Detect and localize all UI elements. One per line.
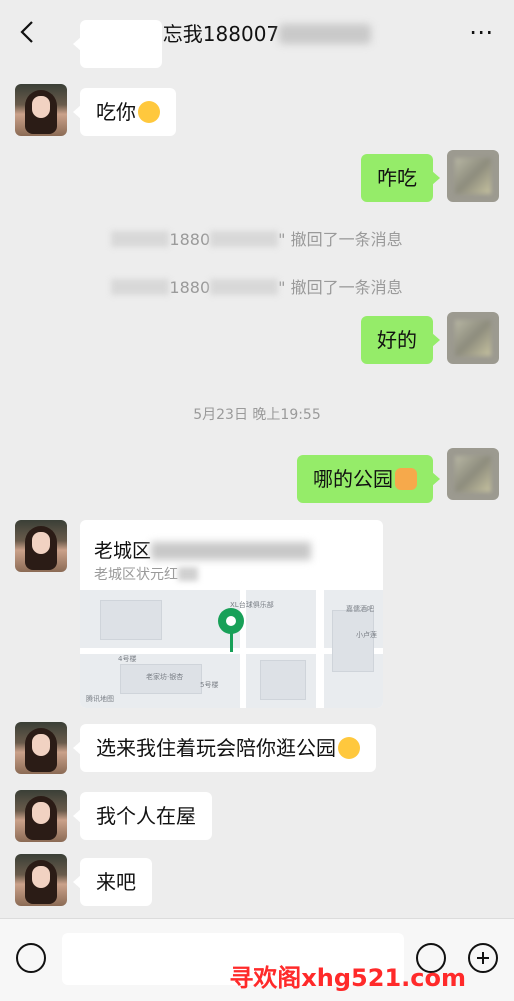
watermark: 寻欢阁xhg521.com (229, 964, 466, 992)
my-avatar[interactable] (447, 448, 499, 500)
message-bubble[interactable]: 选来我住着玩会陪你逛公园 (73, 724, 376, 772)
map-label: 腾讯地图 (86, 695, 114, 703)
location-card[interactable]: 老城区 老城区状元红 腾讯地图 嘉儒酒吧 小卢莲 XL台球俱乐部 4号楼 5号楼… (80, 520, 383, 708)
timestamp: 5月23日 晚上19:55 (193, 407, 321, 423)
voice-input-icon[interactable] (16, 943, 46, 973)
redacted-blur (210, 231, 279, 247)
redacted-blur (111, 279, 170, 295)
location-subtitle: 老城区状元红 (94, 564, 198, 584)
laughing-emoji-icon (138, 101, 160, 123)
top-bar: 勿忘我188007 ⋯ (0, 0, 514, 64)
more-options-icon[interactable]: ⋯ (469, 18, 494, 46)
contact-avatar[interactable] (15, 520, 67, 572)
partial-message-bubble[interactable] (73, 20, 162, 68)
cat-emoji-icon (395, 468, 417, 490)
contact-avatar[interactable] (15, 84, 67, 136)
map-label: 老家坊·银杏 (146, 673, 184, 681)
redacted-blur (151, 542, 312, 560)
recall-notice: 1880 " 撤回了一条消息 (0, 226, 514, 250)
redacted-blur (279, 24, 372, 44)
laughing-emoji-icon (338, 737, 360, 759)
my-avatar[interactable] (447, 312, 499, 364)
add-attachment-icon[interactable] (468, 943, 498, 973)
contact-avatar[interactable] (15, 790, 67, 842)
location-title: 老城区 (94, 536, 312, 563)
my-avatar[interactable] (447, 150, 499, 202)
map-label: XL台球俱乐部 (230, 601, 274, 609)
redacted-blur (178, 567, 198, 581)
location-pin-stem (230, 632, 233, 652)
map-preview[interactable]: 腾讯地图 嘉儒酒吧 小卢莲 XL台球俱乐部 4号楼 5号楼 老家坊·银杏 (80, 590, 383, 708)
map-label: 5号楼 (200, 681, 219, 689)
contact-avatar[interactable] (15, 722, 67, 774)
message-bubble[interactable]: 哪的公园 (297, 455, 440, 503)
map-label: 小卢莲 (356, 631, 377, 639)
message-bubble[interactable]: 吃你 (73, 88, 176, 136)
location-pin-icon (218, 608, 244, 634)
recall-notice: 1880 " 撤回了一条消息 (0, 274, 514, 298)
redacted-blur (210, 279, 279, 295)
map-label: 4号楼 (118, 655, 137, 663)
message-bubble[interactable]: 好的 (361, 316, 440, 364)
message-bubble[interactable]: 我个人在屋 (73, 792, 212, 840)
map-label: 嘉儒酒吧 (346, 605, 374, 613)
contact-avatar[interactable] (15, 854, 67, 906)
message-bubble[interactable]: 来吧 (73, 858, 152, 906)
redacted-blur (111, 231, 170, 247)
message-bubble[interactable]: 咋吃 (361, 154, 440, 202)
